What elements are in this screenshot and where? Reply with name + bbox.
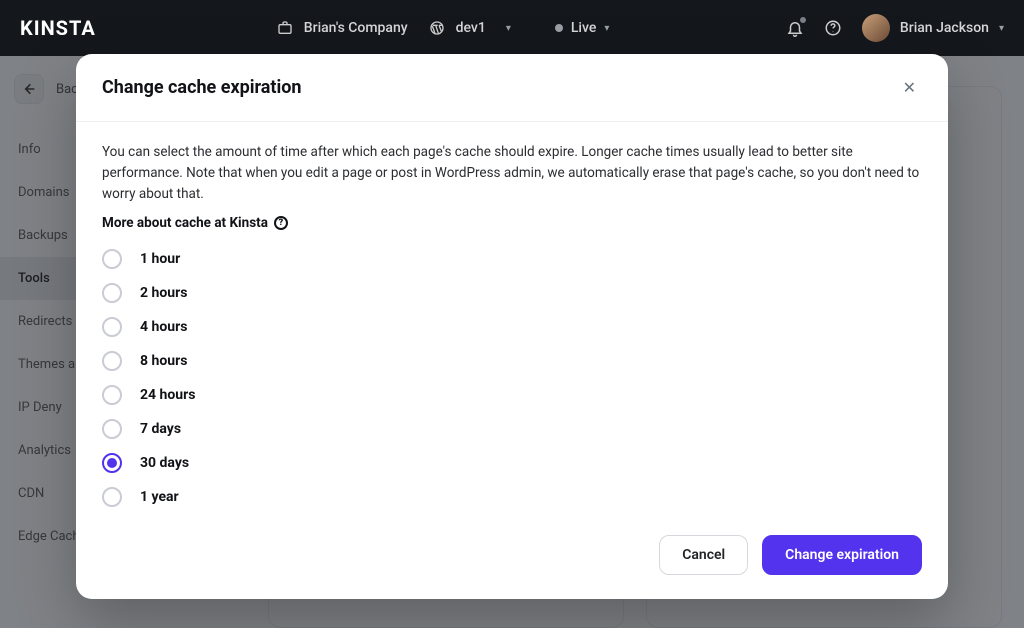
- expiration-option[interactable]: 4 hours: [102, 317, 922, 337]
- company-switcher[interactable]: Brian's Company: [276, 19, 408, 37]
- help-icon[interactable]: [824, 19, 842, 37]
- option-label: 24 hours: [140, 387, 195, 403]
- expiration-option[interactable]: 1 hour: [102, 249, 922, 269]
- option-label: 8 hours: [140, 353, 187, 369]
- modal-description: You can select the amount of time after …: [102, 142, 922, 205]
- option-label: 1 hour: [140, 251, 180, 267]
- bell-icon[interactable]: [786, 19, 804, 37]
- option-label: 1 year: [140, 489, 179, 505]
- radio-icon: [102, 283, 122, 303]
- expiration-option[interactable]: 1 year: [102, 487, 922, 507]
- briefcase-icon: [276, 19, 294, 37]
- avatar: [862, 14, 890, 42]
- radio-icon: [102, 419, 122, 439]
- cache-expiration-modal: Change cache expiration ✕ You can select…: [76, 54, 948, 599]
- env-name: Live: [571, 20, 596, 36]
- topbar: KINSTA Brian's Company dev1 ▾ Live ▾ Bri…: [0, 0, 1024, 56]
- learn-more-link[interactable]: More about cache at Kinsta ?: [102, 215, 922, 231]
- expiration-option[interactable]: 7 days: [102, 419, 922, 439]
- wordpress-icon: [428, 19, 446, 37]
- close-button[interactable]: ✕: [897, 74, 922, 101]
- cancel-button[interactable]: Cancel: [659, 535, 748, 575]
- env-switcher[interactable]: Live ▾: [555, 20, 610, 36]
- close-icon: ✕: [903, 78, 916, 97]
- radio-icon: [102, 385, 122, 405]
- brand-text: KINSTA: [20, 16, 96, 40]
- radio-icon: [102, 351, 122, 371]
- expiration-option[interactable]: 24 hours: [102, 385, 922, 405]
- question-icon: ?: [274, 216, 288, 230]
- radio-icon: [102, 249, 122, 269]
- chevron-down-icon: ▾: [604, 23, 609, 34]
- site-switcher[interactable]: dev1: [428, 19, 486, 37]
- user-menu[interactable]: Brian Jackson ▾: [862, 14, 1004, 42]
- option-label: 2 hours: [140, 285, 187, 301]
- option-label: 4 hours: [140, 319, 187, 335]
- chevron-down-icon: ▾: [999, 23, 1004, 34]
- expiration-option[interactable]: 2 hours: [102, 283, 922, 303]
- radio-icon: [102, 487, 122, 507]
- expiration-option[interactable]: 8 hours: [102, 351, 922, 371]
- expiration-option[interactable]: 30 days: [102, 453, 922, 473]
- company-name: Brian's Company: [304, 20, 408, 36]
- brand-logo[interactable]: KINSTA: [20, 16, 96, 41]
- site-name: dev1: [456, 20, 486, 36]
- learn-more-text: More about cache at Kinsta: [102, 215, 268, 231]
- option-label: 30 days: [140, 455, 189, 471]
- user-name: Brian Jackson: [900, 20, 989, 36]
- expiration-options: 1 hour 2 hours 4 hours 8 hours 24 hours 7 day…: [102, 249, 922, 507]
- radio-icon: [102, 453, 122, 473]
- option-label: 7 days: [140, 421, 181, 437]
- chevron-down-icon: ▾: [506, 23, 511, 34]
- status-dot-icon: [555, 24, 563, 32]
- radio-icon: [102, 317, 122, 337]
- submit-button[interactable]: Change expiration: [762, 535, 922, 575]
- modal-title: Change cache expiration: [102, 77, 302, 98]
